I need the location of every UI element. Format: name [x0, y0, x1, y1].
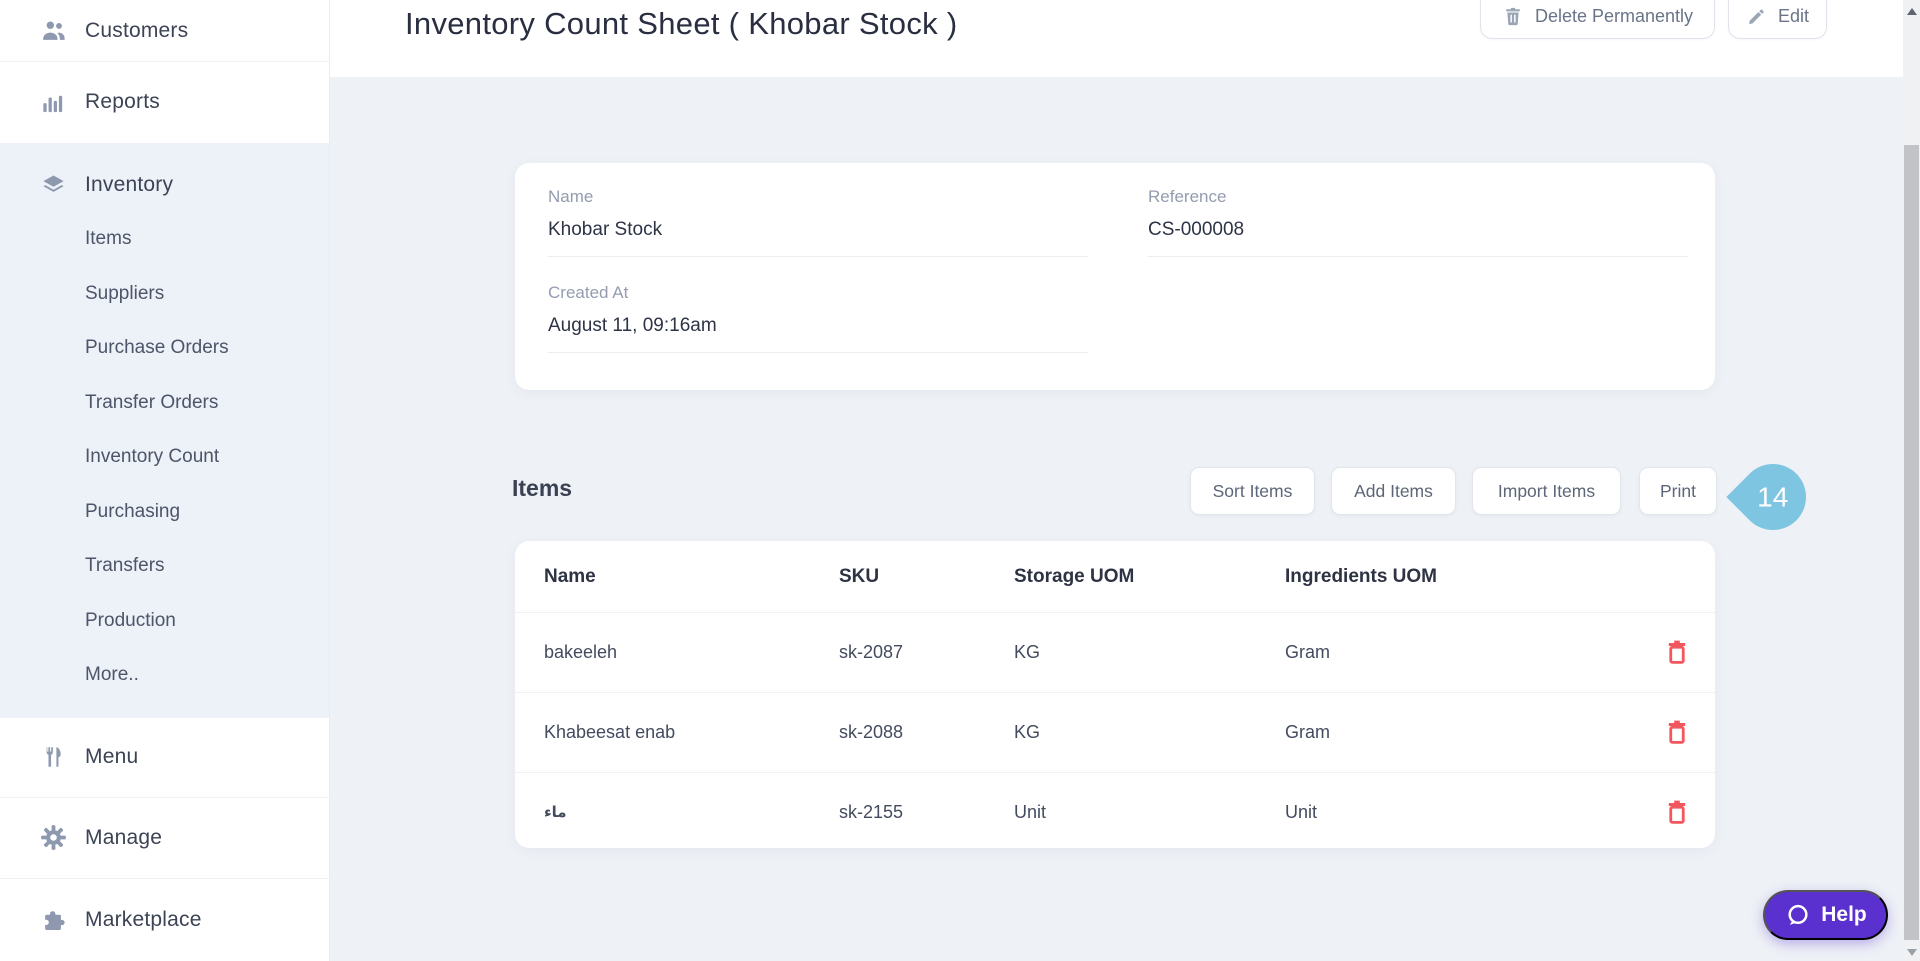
- field-label: Created At: [548, 283, 1088, 303]
- scrollbar-up-icon[interactable]: [1907, 8, 1917, 15]
- app-screen: Customers Reports Invento: [0, 0, 1920, 961]
- delete-permanently-button[interactable]: Delete Permanently: [1480, 0, 1715, 39]
- pencil-icon: [1746, 6, 1767, 27]
- sort-items-button[interactable]: Sort Items: [1190, 467, 1315, 515]
- field-value: Khobar Stock: [548, 219, 1088, 257]
- sidebar-subitem-label: Suppliers: [85, 283, 164, 305]
- utensils-icon: [40, 744, 67, 771]
- annotation-badge-label: 14: [1757, 481, 1788, 513]
- chat-bubble-icon: [1784, 902, 1811, 929]
- cell-name: ماء: [544, 772, 567, 852]
- sidebar-subitem-label: Purchasing: [85, 501, 180, 523]
- sidebar-item-inventory[interactable]: Inventory: [0, 152, 329, 218]
- sidebar-subitem-transfers[interactable]: Transfers: [0, 538, 329, 593]
- cell-ingredients-uom: Gram: [1285, 612, 1330, 692]
- print-button[interactable]: Print: [1639, 467, 1717, 515]
- table-row: bakeeleh sk-2087 KG Gram: [515, 612, 1715, 692]
- sidebar-item-reports[interactable]: Reports: [0, 61, 329, 143]
- vertical-scrollbar[interactable]: [1903, 0, 1920, 961]
- table-row: Khabeesat enab sk-2088 KG Gram: [515, 692, 1715, 772]
- sidebar-subitem-label: Items: [85, 228, 131, 250]
- users-icon: [40, 17, 67, 44]
- column-header-sku: SKU: [839, 541, 879, 612]
- cell-storage-uom: Unit: [1014, 772, 1046, 852]
- add-items-button[interactable]: Add Items: [1331, 467, 1456, 515]
- cell-sku: sk-2155: [839, 772, 903, 852]
- trash-icon: [1664, 638, 1690, 666]
- sidebar-item-label: Manage: [85, 826, 162, 850]
- sidebar-subitem-items[interactable]: Items: [0, 211, 329, 266]
- sidebar-subitem-inventory-count[interactable]: Inventory Count: [0, 429, 329, 484]
- sidebar: Customers Reports Invento: [0, 0, 330, 961]
- delete-row-button[interactable]: [1664, 798, 1690, 826]
- sidebar-subitem-label: Transfer Orders: [85, 392, 218, 414]
- sidebar-subitem-label: Inventory Count: [85, 446, 219, 468]
- gear-icon: [40, 824, 67, 851]
- cell-sku: sk-2088: [839, 692, 903, 772]
- sidebar-item-label: Menu: [85, 745, 138, 769]
- field-reference: Reference CS-000008: [1148, 187, 1688, 257]
- field-label: Name: [548, 187, 1088, 207]
- puzzle-icon: [40, 906, 67, 933]
- layers-icon: [40, 172, 67, 199]
- cell-storage-uom: KG: [1014, 612, 1040, 692]
- details-card: Name Khobar Stock Reference CS-000008 Cr…: [515, 163, 1715, 390]
- scrollbar-thumb[interactable]: [1904, 145, 1919, 940]
- sidebar-subitem-transfer-orders[interactable]: Transfer Orders: [0, 375, 329, 430]
- column-header-name: Name: [544, 541, 596, 612]
- sidebar-subitem-purchase-orders[interactable]: Purchase Orders: [0, 320, 329, 375]
- column-header-storage-uom: Storage UOM: [1014, 541, 1134, 612]
- cell-name: Khabeesat enab: [544, 692, 675, 772]
- sidebar-item-marketplace[interactable]: Marketplace: [0, 878, 329, 961]
- sidebar-item-menu[interactable]: Menu: [0, 717, 329, 797]
- sidebar-item-label: Customers: [85, 19, 188, 43]
- sidebar-item-manage[interactable]: Manage: [0, 797, 329, 878]
- delete-row-button[interactable]: [1664, 638, 1690, 666]
- sidebar-subitem-label: Transfers: [85, 555, 165, 577]
- sidebar-subitem-production[interactable]: Production: [0, 593, 329, 648]
- field-value: CS-000008: [1148, 219, 1688, 257]
- help-label: Help: [1821, 903, 1867, 927]
- field-created-at: Created At August 11, 09:16am: [548, 283, 1088, 353]
- column-header-ingredients-uom: Ingredients UOM: [1285, 541, 1437, 612]
- bar-chart-icon: [40, 89, 67, 116]
- delete-row-button[interactable]: [1664, 718, 1690, 746]
- field-label: Reference: [1148, 187, 1688, 207]
- cell-ingredients-uom: Gram: [1285, 692, 1330, 772]
- field-name: Name Khobar Stock: [548, 187, 1088, 257]
- sidebar-item-label: Reports: [85, 90, 160, 114]
- scrollbar-down-icon[interactable]: [1907, 949, 1917, 956]
- sidebar-item-label: Inventory: [85, 173, 173, 197]
- items-section-title: Items: [512, 475, 572, 502]
- delete-permanently-label: Delete Permanently: [1535, 6, 1693, 27]
- sidebar-subitem-purchasing[interactable]: Purchasing: [0, 484, 329, 539]
- help-button[interactable]: Help: [1763, 890, 1888, 940]
- sidebar-subitem-label: More..: [85, 664, 139, 686]
- sidebar-subitem-label: Production: [85, 610, 176, 632]
- import-items-button[interactable]: Import Items: [1472, 467, 1621, 515]
- trash-icon: [1664, 798, 1690, 826]
- cell-storage-uom: KG: [1014, 692, 1040, 772]
- page-title: Inventory Count Sheet ( Khobar Stock ): [405, 6, 957, 42]
- table-row: ماء sk-2155 Unit Unit: [515, 772, 1715, 852]
- sidebar-subitem-more[interactable]: More..: [0, 647, 329, 702]
- cell-sku: sk-2087: [839, 612, 903, 692]
- edit-button[interactable]: Edit: [1728, 0, 1827, 39]
- cell-name: bakeeleh: [544, 612, 617, 692]
- edit-label: Edit: [1778, 6, 1809, 27]
- cell-ingredients-uom: Unit: [1285, 772, 1317, 852]
- field-value: August 11, 09:16am: [548, 315, 1088, 353]
- sidebar-item-label: Marketplace: [85, 908, 202, 932]
- sidebar-subitem-label: Purchase Orders: [85, 337, 229, 359]
- trash-icon: [1664, 718, 1690, 746]
- annotation-badge-14: 14: [1726, 450, 1819, 543]
- items-table: Name SKU Storage UOM Ingredients UOM bak…: [515, 541, 1715, 848]
- trash-icon: [1502, 5, 1524, 27]
- sidebar-subitem-suppliers[interactable]: Suppliers: [0, 266, 329, 321]
- sidebar-item-customers[interactable]: Customers: [0, 0, 329, 61]
